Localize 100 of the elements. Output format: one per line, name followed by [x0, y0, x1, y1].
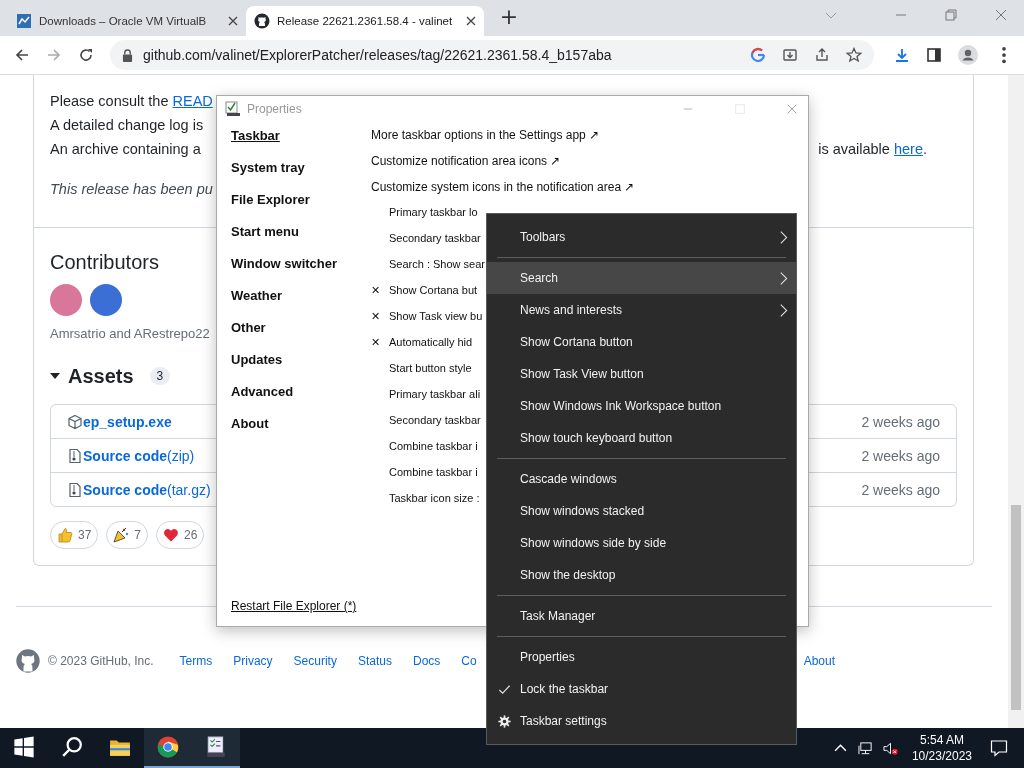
- option-item[interactable]: Combine taskbar i: [389, 440, 478, 466]
- menu-item[interactable]: Taskbar settings: [487, 705, 796, 737]
- menu-item[interactable]: Cascade windows: [487, 463, 796, 495]
- scrollbar-thumb[interactable]: [1011, 505, 1021, 710]
- menu-item[interactable]: Show Task View button: [487, 358, 796, 390]
- asset-date: 2 weeks ago: [861, 447, 940, 464]
- settings-link[interactable]: More taskbar options in the Settings app ↗: [371, 128, 635, 154]
- asset-link[interactable]: Source code(tar.gz): [83, 481, 211, 498]
- description-text: Please consult the READ: [50, 92, 213, 111]
- contributor-names: Amrsatrio and ARestrepo22: [50, 325, 210, 343]
- section-tab[interactable]: Advanced: [231, 384, 294, 416]
- heart-icon: [163, 527, 180, 543]
- option-item[interactable]: Start button style: [389, 362, 472, 388]
- reaction-button[interactable]: 26: [156, 521, 205, 549]
- section-tab[interactable]: Weather: [231, 288, 283, 320]
- menu-item[interactable]: Toolbars: [487, 221, 796, 253]
- section-tab[interactable]: Taskbar: [231, 128, 280, 160]
- footer-link[interactable]: Co: [461, 654, 477, 668]
- taskbar-button[interactable]: [144, 728, 192, 768]
- menu-item[interactable]: Show Windows Ink Workspace button: [487, 390, 796, 422]
- asset-link[interactable]: ep_setup.exe: [83, 413, 172, 430]
- reload-icon[interactable]: [78, 47, 94, 63]
- footer-link[interactable]: Docs: [412, 654, 441, 668]
- settings-icon: [498, 714, 511, 728]
- option-item[interactable]: Primary taskbar ali: [389, 388, 481, 414]
- option-item[interactable]: Combine taskbar i: [389, 466, 478, 492]
- clock-time[interactable]: 5:54 AM: [919, 732, 964, 748]
- profile-icon[interactable]: [958, 45, 978, 65]
- assets-heading[interactable]: Assets: [68, 362, 134, 390]
- section-tab[interactable]: Start menu: [231, 224, 299, 256]
- here-link[interactable]: here: [893, 141, 923, 157]
- window-title: Properties: [247, 102, 302, 116]
- option-item[interactable]: Search : Show sear: [389, 258, 485, 284]
- back-icon[interactable]: [14, 47, 30, 63]
- browser-tab[interactable]: Downloads – Oracle VM VirtualB: [8, 6, 246, 36]
- cross-mark: ✕: [371, 310, 380, 322]
- contributors-heading: Contributors: [50, 250, 159, 275]
- address-bar[interactable]: github.com/valinet/ExplorerPatcher/releases/tag/22621.2361.58.4_b157aba: [110, 40, 874, 70]
- github-logo[interactable]: [16, 649, 40, 673]
- chevron-right-icon: [779, 302, 788, 318]
- close-icon[interactable]: [228, 16, 238, 26]
- section-tab[interactable]: System tray: [231, 160, 305, 192]
- install-icon[interactable]: [782, 47, 798, 63]
- google-icon[interactable]: [750, 47, 766, 63]
- network-icon[interactable]: [857, 740, 873, 756]
- option-item[interactable]: Primary taskbar lo: [389, 206, 478, 232]
- reaction-button[interactable]: 7: [106, 521, 149, 549]
- readme-link[interactable]: READ: [172, 93, 213, 109]
- side-panel-icon[interactable]: [926, 47, 942, 63]
- menu-item[interactable]: Search: [487, 262, 796, 294]
- new-tab-button[interactable]: +: [496, 4, 522, 30]
- search-icon: [61, 736, 83, 758]
- footer-link[interactable]: Security: [293, 654, 337, 668]
- browser-tab[interactable]: Release 22621.2361.58.4 - valinet: [246, 6, 484, 36]
- reaction-button[interactable]: 37: [50, 521, 99, 549]
- description-text: A detailed change log is: [50, 116, 204, 135]
- section-tab[interactable]: Updates: [231, 352, 283, 384]
- close-icon[interactable]: [466, 16, 477, 26]
- asset-date: 2 weeks ago: [861, 481, 940, 498]
- description-text: is available here.: [818, 140, 927, 159]
- avatar[interactable]: [50, 284, 82, 316]
- avatar[interactable]: [90, 284, 122, 316]
- option-item[interactable]: Show Cortana but: [389, 284, 478, 310]
- menu-item[interactable]: Show the desktop: [487, 559, 796, 591]
- section-tab[interactable]: Window switcher: [231, 256, 338, 288]
- menu-item[interactable]: Properties: [487, 641, 796, 673]
- menu-item[interactable]: Show touch keyboard button: [487, 422, 796, 454]
- caret-icon[interactable]: [50, 373, 60, 379]
- menu-item[interactable]: Show Cortana button: [487, 326, 796, 358]
- menu-item[interactable]: News and interests: [487, 294, 796, 326]
- muted-speaker-icon[interactable]: [882, 740, 898, 756]
- menu-item[interactable]: Task Manager: [487, 600, 796, 632]
- asset-link[interactable]: Source code(zip): [83, 447, 195, 464]
- section-tab[interactable]: Other: [231, 320, 266, 352]
- restart-link[interactable]: Restart File Explorer (*): [231, 599, 357, 613]
- option-item[interactable]: Taskbar icon size :: [389, 492, 480, 518]
- star-icon[interactable]: [846, 47, 862, 63]
- option-item[interactable]: Secondary taskbar: [389, 232, 481, 258]
- menu-item[interactable]: Show windows side by side: [487, 527, 796, 559]
- section-tab[interactable]: File Explorer: [231, 192, 310, 224]
- notification-icon[interactable]: [990, 739, 1008, 757]
- clock-date[interactable]: 10/23/2023: [911, 748, 972, 764]
- option-item[interactable]: Automatically hid: [389, 336, 473, 362]
- download-icon[interactable]: [894, 47, 910, 63]
- chevron-right-icon: [779, 229, 788, 245]
- menu-item[interactable]: Show windows stacked: [487, 495, 796, 527]
- settings-link[interactable]: Customize notification area icons ↗: [371, 154, 635, 180]
- windows-logo-icon: [13, 736, 35, 758]
- menu-item[interactable]: Lock the taskbar: [487, 673, 796, 705]
- section-tab[interactable]: About: [231, 416, 269, 448]
- taskbar-button[interactable]: [192, 728, 240, 768]
- share-icon[interactable]: [814, 47, 830, 63]
- option-item[interactable]: Secondary taskbar: [389, 414, 481, 440]
- footer-link[interactable]: Terms: [179, 654, 213, 668]
- option-item[interactable]: Show Task view bu: [389, 310, 483, 336]
- footer-link[interactable]: Privacy: [233, 654, 273, 668]
- footer-link[interactable]: About: [803, 654, 835, 668]
- footer-link[interactable]: Status: [357, 654, 392, 668]
- settings-link[interactable]: Customize system icons in the notification area ↗: [371, 180, 635, 206]
- checklist-icon: [225, 101, 241, 117]
